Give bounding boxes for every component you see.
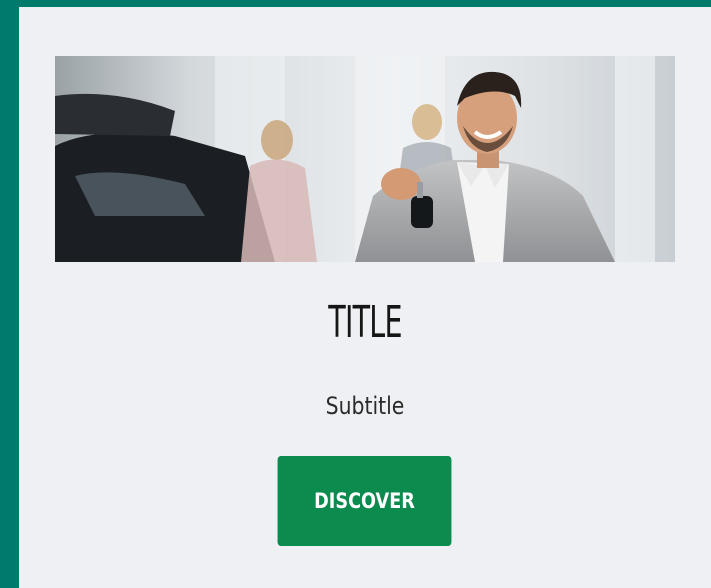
promo-card: TITLE Subtitle DISCOVER xyxy=(19,7,711,588)
card-title: TITLE xyxy=(328,297,402,348)
hero-image xyxy=(55,56,675,262)
discover-button[interactable]: DISCOVER xyxy=(277,456,452,546)
outer-frame: TITLE Subtitle DISCOVER xyxy=(0,0,711,588)
card-subtitle: Subtitle xyxy=(325,392,405,420)
